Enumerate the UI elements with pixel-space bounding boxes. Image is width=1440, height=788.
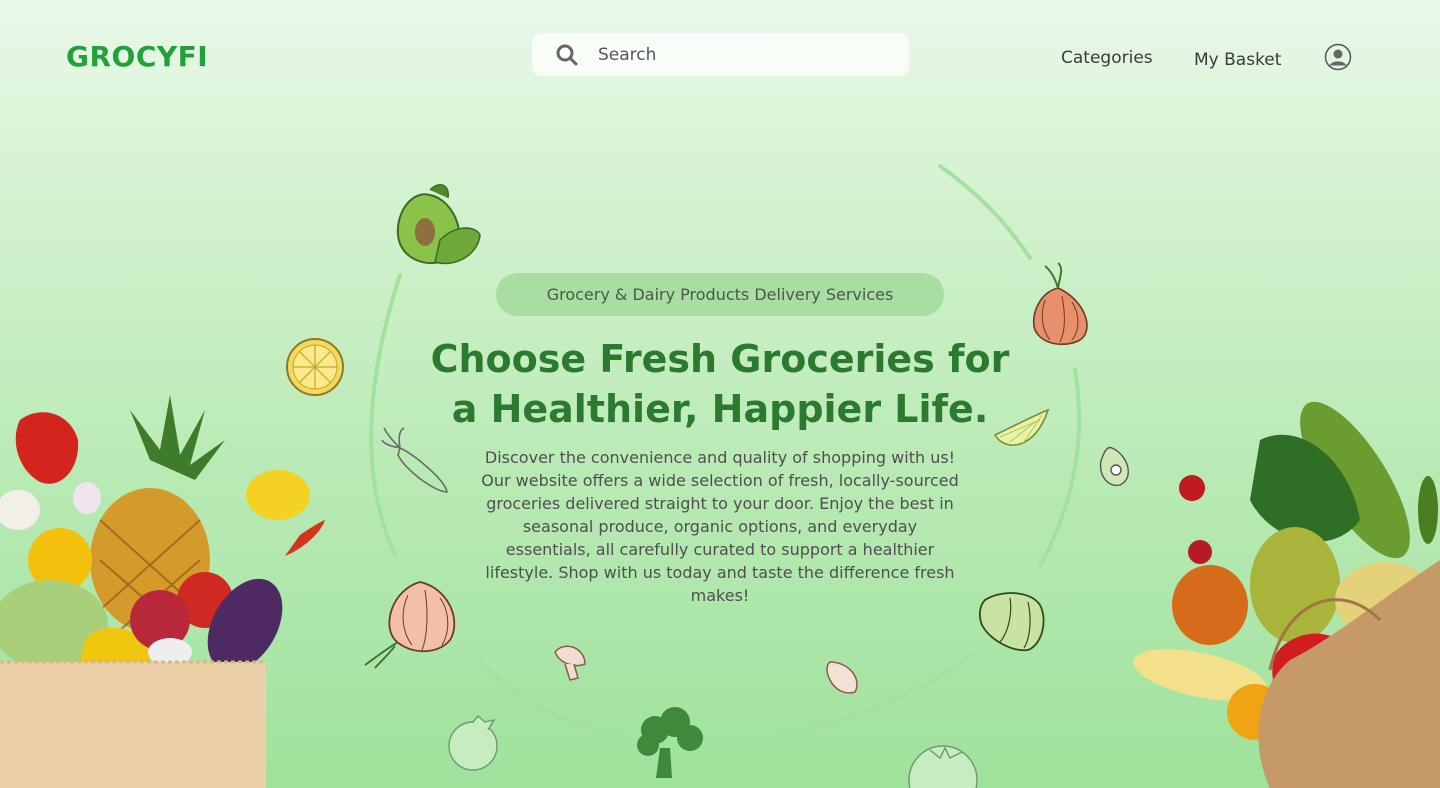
hero-description-line: essentials, all carefully curated to sup… — [505, 540, 935, 559]
bell-pepper-icon — [978, 592, 1045, 652]
mushroom-icon — [554, 645, 586, 681]
hero-headline-line-2: a Healthier, Happier Life. — [451, 387, 989, 431]
lemon-slice-icon — [286, 338, 344, 396]
onion-icon — [1033, 262, 1088, 346]
hero-description-line: groceries delivered straight to your doo… — [486, 494, 954, 513]
carrot-icon — [381, 427, 448, 493]
hero-description-line: Discover the convenience and quality of … — [484, 448, 956, 467]
hero-description: Discover the convenience and quality of … — [470, 446, 970, 607]
broccoli-icon — [637, 707, 703, 778]
hero-badge: Grocery & Dairy Products Delivery Servic… — [496, 273, 944, 316]
tomato-outline-icon — [908, 745, 978, 788]
hero-description-line: lifestyle. Shop with us today and taste … — [485, 563, 955, 582]
grocery-bag-left-image — [0, 395, 325, 788]
avocado-half-icon — [1099, 446, 1129, 486]
hero-description-line: seasonal produce, organic options, and e… — [522, 517, 918, 536]
mushroom-slice-icon — [826, 661, 858, 694]
hero-description-line: Our website offers a wide selection of f… — [481, 471, 959, 490]
hero-headline-line-1: Choose Fresh Groceries for — [430, 337, 1010, 381]
hero-description-line: makes! — [690, 586, 750, 605]
onion-sketch-icon — [364, 581, 456, 669]
avocado-icon — [396, 183, 481, 265]
grocery-bag-right-image — [1133, 401, 1440, 788]
tomato-icon — [448, 715, 498, 771]
hero-headline: Choose Fresh Groceries for a Healthier, … — [400, 334, 1040, 434]
